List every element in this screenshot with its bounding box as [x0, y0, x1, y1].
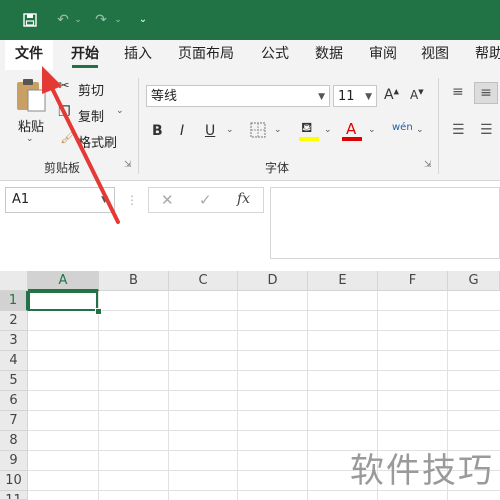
arrow-shaft	[48, 82, 120, 224]
annotation-arrow	[42, 66, 120, 224]
arrow-head	[42, 66, 62, 94]
watermark-text: 软件技巧	[350, 451, 494, 491]
